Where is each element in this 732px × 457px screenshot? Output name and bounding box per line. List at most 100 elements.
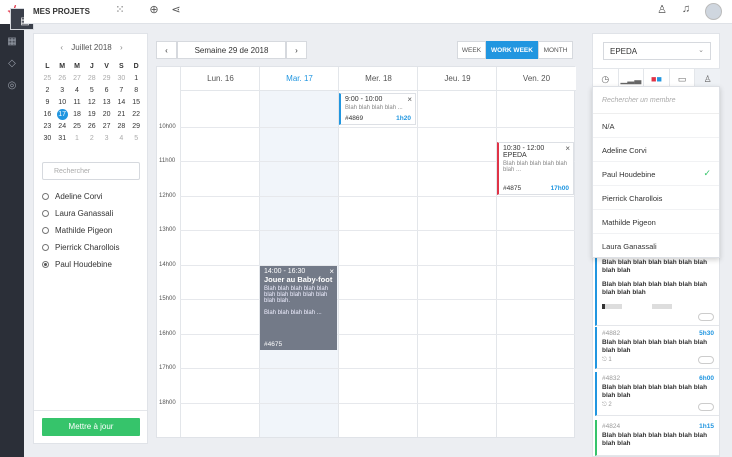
avatar[interactable] — [705, 3, 722, 20]
calendar-day[interactable]: 9 — [40, 99, 55, 106]
calendar-day[interactable]: 16 — [40, 111, 55, 118]
bell-icon[interactable]: ♫ — [678, 3, 694, 15]
member-radio[interactable]: Mathilde Pigeon — [42, 222, 142, 239]
view-week-tab[interactable]: WEEK — [457, 41, 486, 59]
event-id: #4875 — [503, 185, 522, 192]
toggle-switch[interactable] — [698, 313, 714, 321]
radio-icon[interactable] — [42, 261, 49, 268]
calendar-day[interactable]: 26 — [84, 123, 99, 130]
task-card[interactable]: #4882 5h30 Blah blah blah blah blah blah… — [595, 327, 719, 369]
calendar-day[interactable]: 20 — [99, 111, 114, 118]
calendar-day[interactable]: 8 — [129, 87, 144, 94]
calendar-day[interactable]: 22 — [129, 111, 144, 118]
calendar-event[interactable]: × 14:00 - 16:30 Jouer au Baby-foot Blah … — [260, 266, 337, 350]
calendar-day[interactable]: 15 — [129, 99, 144, 106]
grid-nav-icon[interactable]: ▦ — [0, 30, 24, 52]
next-week-button[interactable]: › — [286, 41, 307, 59]
calendar-day[interactable]: 23 — [40, 123, 55, 130]
calendar-day[interactable]: 1 — [129, 75, 144, 82]
project-select[interactable]: EPEDA ⌄ — [603, 42, 711, 60]
calendar-day[interactable]: 30 — [114, 75, 129, 82]
calendar-day[interactable]: 24 — [55, 123, 70, 130]
day-column[interactable]: Jeu. 19 — [417, 67, 497, 437]
tag-nav-icon[interactable]: ◇ — [0, 52, 24, 74]
radio-icon[interactable] — [42, 193, 49, 200]
calendar-day[interactable]: 4 — [70, 87, 85, 94]
calendar-day[interactable]: 4 — [114, 135, 129, 142]
close-icon[interactable]: × — [329, 267, 334, 276]
user-profile-icon[interactable]: ♙ — [654, 3, 670, 16]
calendar-day[interactable]: 3 — [55, 87, 70, 94]
next-month-button[interactable]: › — [120, 43, 123, 52]
dropdown-item[interactable]: Paul Houdebine ✓ — [593, 162, 719, 186]
dropdown-item[interactable]: N/A — [593, 114, 719, 138]
update-button[interactable]: Mettre à jour — [42, 418, 140, 436]
day-column[interactable]: Mar. 17 — [259, 67, 339, 437]
calendar-day[interactable]: 11 — [70, 99, 85, 106]
member-radio[interactable]: Paul Houdebine — [42, 256, 142, 273]
calendar-day[interactable]: 25 — [70, 123, 85, 130]
hour-line — [180, 230, 575, 231]
radio-icon[interactable] — [42, 210, 49, 217]
dropdown-item[interactable]: Mathilde Pigeon — [593, 210, 719, 234]
task-card[interactable]: #4832 6h00 Blah blah blah blah blah blah… — [595, 372, 719, 416]
calendar-day[interactable]: 5 — [84, 87, 99, 94]
calendar-day[interactable]: 18 — [70, 111, 85, 118]
day-column[interactable]: Ven. 20 — [496, 67, 576, 437]
calendar-day[interactable]: 13 — [99, 99, 114, 106]
calendar-day[interactable]: 29 — [129, 123, 144, 130]
calendar-day[interactable]: 27 — [99, 123, 114, 130]
compass-nav-icon[interactable]: ◎ — [0, 74, 24, 96]
member-search-field[interactable]: Rechercher un membre — [593, 87, 719, 114]
calendar-day[interactable]: 14 — [114, 99, 129, 106]
member-search-input[interactable]: Rechercher — [42, 162, 140, 180]
day-header: Ven. 20 — [497, 67, 576, 91]
share-icon[interactable]: ⋖ — [168, 3, 184, 16]
add-icon[interactable]: ⊕ — [146, 3, 162, 16]
radio-icon[interactable] — [42, 227, 49, 234]
member-radio[interactable]: Pierrick Charollois — [42, 239, 142, 256]
calendar-day[interactable]: 2 — [40, 87, 55, 94]
calendar-day[interactable]: 2 — [84, 135, 99, 142]
calendar-day[interactable]: 19 — [84, 111, 99, 118]
calendar-day[interactable]: 29 — [99, 75, 114, 82]
dropdown-item[interactable]: Pierrick Charollois — [593, 186, 719, 210]
member-radio[interactable]: Laura Ganassali — [42, 205, 142, 222]
member-radio[interactable]: Adeline Corvi — [42, 188, 142, 205]
calendar-day[interactable]: 6 — [99, 87, 114, 94]
task-card[interactable]: #4824 1h15 Blah blah blah blah blah blah… — [595, 420, 719, 456]
apps-grid-icon[interactable]: ⁙ — [112, 3, 128, 16]
calendar-day[interactable]: 10 — [55, 99, 70, 106]
calendar-day[interactable]: 12 — [84, 99, 99, 106]
calendar-event[interactable]: × 9:00 - 10:00 Blah blah blah blah ... #… — [339, 93, 416, 125]
close-icon[interactable]: × — [565, 144, 570, 153]
radio-icon[interactable] — [42, 244, 49, 251]
task-card[interactable]: Blah blah blah blah blah blah blah blah … — [595, 256, 719, 326]
calendar-day[interactable]: 17 — [55, 108, 70, 120]
card-text: Blah blah blah blah blah blah blah blah … — [602, 384, 708, 399]
calendar-day[interactable]: 7 — [114, 87, 129, 94]
calendar-event[interactable]: × 10:30 - 12:00 EPEDA Blah blah blah bla… — [497, 142, 574, 195]
toggle-switch[interactable] — [698, 403, 714, 411]
event-title: EPEDA — [503, 152, 527, 159]
prev-week-button[interactable]: ‹ — [156, 41, 177, 59]
dropdown-item[interactable]: Adeline Corvi — [593, 138, 719, 162]
calendar-day[interactable]: 28 — [114, 123, 129, 130]
calendar-day[interactable]: 3 — [99, 135, 114, 142]
calendar-day[interactable]: 26 — [55, 75, 70, 82]
calendar-day[interactable]: 5 — [129, 135, 144, 142]
calendar-day[interactable]: 28 — [84, 75, 99, 82]
calendar-day[interactable]: 1 — [70, 135, 85, 142]
dropdown-item[interactable]: Laura Ganassali — [593, 234, 719, 258]
calendar-day[interactable]: 21 — [114, 111, 129, 118]
calendar-day[interactable]: 27 — [70, 75, 85, 82]
calendar-day[interactable]: 25 — [40, 75, 55, 82]
calendar-day[interactable]: 31 — [55, 135, 70, 142]
calendar-day[interactable]: 30 — [40, 135, 55, 142]
prev-month-button[interactable]: ‹ — [60, 43, 63, 52]
day-column[interactable]: Lun. 16 — [180, 67, 260, 437]
toggle-switch[interactable] — [698, 356, 714, 364]
close-icon[interactable]: × — [407, 95, 412, 104]
view-workweek-tab[interactable]: WORK WEEK — [486, 41, 538, 59]
view-month-tab[interactable]: MONTH — [538, 41, 573, 59]
